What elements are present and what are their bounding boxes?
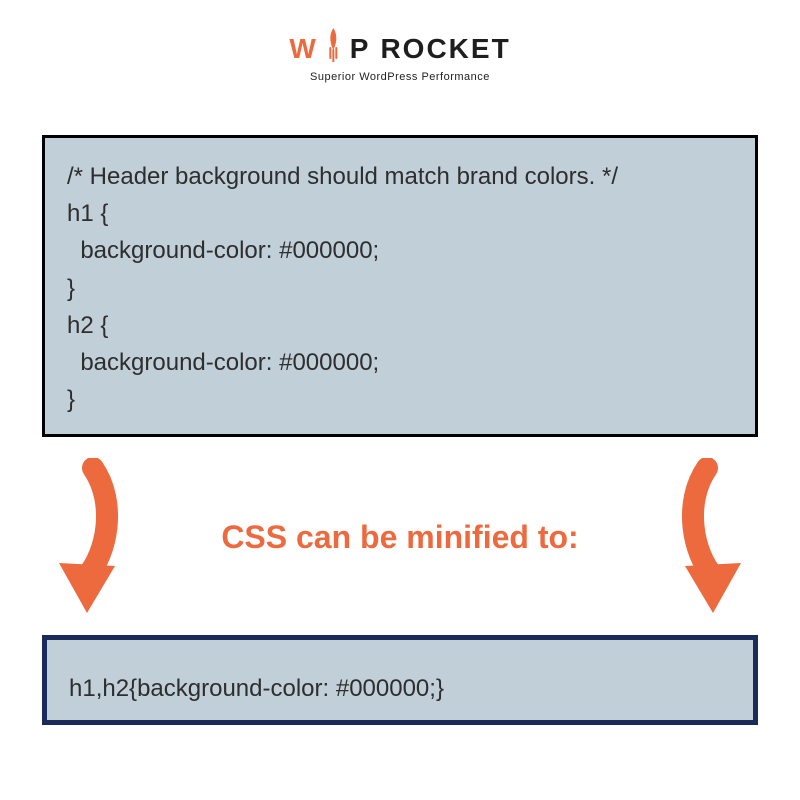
arrow-down-icon [668, 458, 758, 618]
logo-w: W [289, 33, 317, 65]
arrow-down-icon [42, 458, 132, 618]
rocket-icon [324, 28, 344, 69]
minify-label: CSS can be minified to: [132, 519, 668, 556]
css-after-box: h1,h2{background-color: #000000;} [42, 635, 758, 725]
logo-wordmark: W P ROCKET [289, 28, 510, 69]
logo-tagline: Superior WordPress Performance [289, 71, 510, 83]
logo-rocket-word: ROCKET [380, 33, 510, 65]
css-before-box: /* Header background should match brand … [42, 135, 758, 437]
logo-p: P [350, 33, 371, 65]
minify-transition-row: CSS can be minified to: [42, 455, 758, 620]
wp-rocket-logo: W P ROCKET Superior WordPress Performanc… [289, 28, 510, 83]
